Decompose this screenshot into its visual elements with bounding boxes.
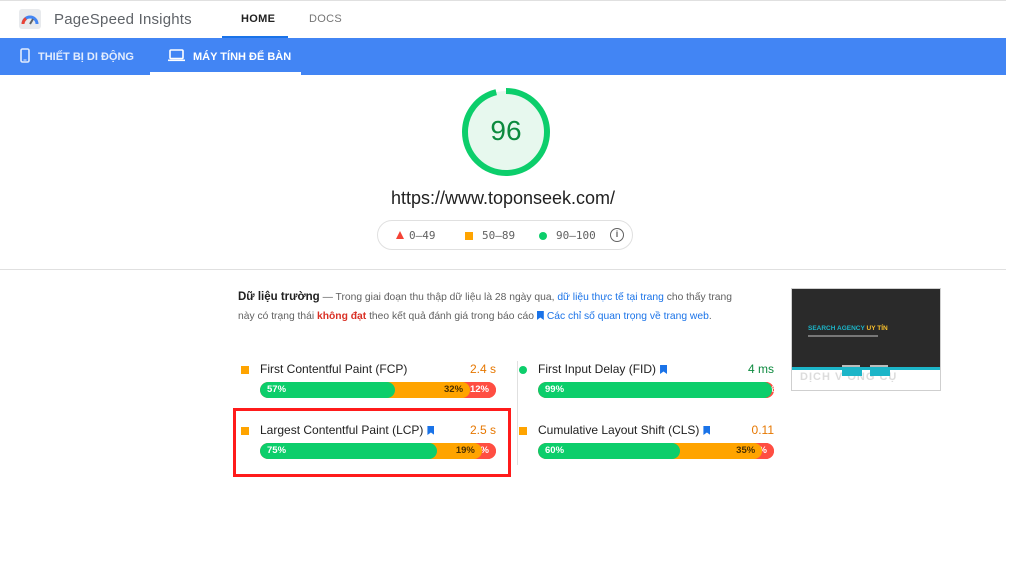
nav-docs[interactable]: DOCS bbox=[309, 13, 342, 25]
device-tab-bar: THIẾT BỊ DI ĐỘNG MÁY TÍNH ĐỂ BÀN bbox=[0, 38, 1006, 75]
pass-circle-icon bbox=[519, 366, 527, 374]
metric-name: Cumulative Layout Shift (CLS) bbox=[538, 423, 711, 437]
distribution-bar: 12% 32% 57% bbox=[260, 382, 496, 398]
good-segment: 99% bbox=[538, 382, 772, 398]
analyzed-url: https://www.toponseek.com/ bbox=[390, 188, 616, 208]
field-data-link[interactable]: dữ liệu thực tế tại trang bbox=[557, 292, 664, 303]
thumbnail-bar bbox=[792, 367, 940, 370]
good-segment: 75% bbox=[260, 443, 437, 459]
field-data-status: không đạt bbox=[317, 311, 367, 322]
metric-cls: Cumulative Layout Shift (CLS) 0.11 5%35%60… bbox=[516, 422, 774, 468]
average-square-icon bbox=[465, 232, 473, 240]
mobile-icon bbox=[20, 47, 38, 66]
nav-home[interactable]: HOME bbox=[241, 13, 275, 25]
metric-name: First Contentful Paint (FCP) bbox=[260, 362, 408, 376]
field-data-text-4: . bbox=[708, 311, 712, 322]
top-header: PageSpeed Insights HOME DOCS bbox=[0, 0, 1006, 38]
legend-average-range: 50–89 bbox=[482, 229, 516, 242]
distribution-bar: 6% 19% 75% bbox=[260, 443, 496, 459]
field-data-summary: Dữ liệu trường — Trong giai đoạn thu thậ… bbox=[238, 288, 738, 326]
performance-score: 96 bbox=[490, 115, 522, 146]
metric-name: First Input Delay (FID) bbox=[538, 362, 668, 376]
pagespeed-logo-icon[interactable] bbox=[19, 9, 41, 29]
average-segment: 35% bbox=[669, 443, 763, 459]
core-web-vitals-link[interactable]: Các chỉ số quan trọng về trang web bbox=[547, 311, 709, 322]
bookmark-icon[interactable] bbox=[703, 426, 711, 435]
bookmark-icon bbox=[536, 311, 544, 320]
good-segment: 60% bbox=[538, 443, 680, 459]
section-divider bbox=[0, 269, 1006, 270]
page-screenshot-thumbnail: SEARCH AGENCY UY TÍN DỊCH V ỔNG CỤ bbox=[791, 288, 941, 391]
pass-circle-icon bbox=[539, 232, 547, 240]
legend-pass-range: 90–100 bbox=[556, 229, 596, 242]
thumbnail-subline bbox=[808, 335, 878, 337]
score-legend: 0–49 50–89 90–100 i bbox=[377, 220, 633, 250]
tab-desktop-label: MÁY TÍNH ĐỂ BÀN bbox=[193, 50, 292, 63]
tab-mobile[interactable]: THIẾT BỊ DI ĐỘNG bbox=[20, 38, 134, 75]
thumbnail-button bbox=[842, 369, 862, 376]
bookmark-icon[interactable] bbox=[660, 365, 668, 374]
tab-mobile-label: THIẾT BỊ DI ĐỘNG bbox=[38, 50, 134, 63]
field-data-text-1: Trong giai đoạn thu thập dữ liệu là 28 n… bbox=[335, 292, 558, 303]
legend-fail-range: 0–49 bbox=[409, 229, 436, 242]
good-segment: 57% bbox=[260, 382, 395, 398]
fail-triangle-icon bbox=[396, 231, 404, 239]
metric-value: 4 ms bbox=[747, 362, 774, 376]
field-data-text-3: theo kết quả đánh giá trong báo cáo bbox=[366, 311, 537, 322]
info-icon[interactable]: i bbox=[610, 228, 624, 242]
average-square-icon bbox=[519, 427, 527, 435]
metric-value: 0.11 bbox=[751, 423, 774, 437]
tab-desktop[interactable]: MÁY TÍNH ĐỂ BÀN bbox=[168, 38, 291, 75]
desktop-icon bbox=[168, 48, 193, 65]
distribution-bar: 1%99% bbox=[538, 382, 774, 398]
metric-value: 2.4 s bbox=[469, 362, 496, 376]
field-data-title: Dữ liệu trường bbox=[238, 291, 320, 303]
metric-fid: First Input Delay (FID) 4 ms 1%99% bbox=[516, 361, 774, 407]
distribution-bar: 5%35%60% bbox=[538, 443, 774, 459]
app-title[interactable]: PageSpeed Insights bbox=[54, 11, 192, 28]
metric-fcp: First Contentful Paint (FCP) 2.4 s 12% 32% 5… bbox=[238, 361, 496, 407]
thumbnail-headline: SEARCH AGENCY UY TÍN bbox=[808, 325, 888, 332]
tab-active-indicator bbox=[150, 72, 301, 75]
average-square-icon bbox=[241, 366, 249, 374]
average-segment: 32% bbox=[384, 382, 471, 398]
thumbnail-button bbox=[870, 369, 890, 376]
field-data-dash: — bbox=[319, 292, 336, 303]
